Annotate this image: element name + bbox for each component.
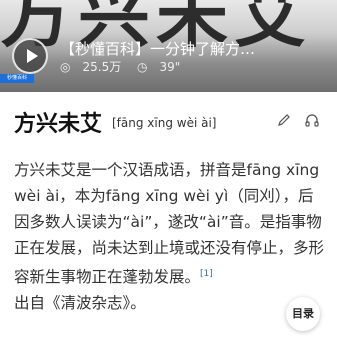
video-player[interactable]: 方兴未艾 【秒懂百科】一分钟了解方… ◎ 25.5万 ◷ 39" 秒懂百科 — [0, 0, 337, 92]
clock-icon: ◷ — [137, 60, 148, 74]
summary-tail: 出自《清波杂志》。 — [14, 294, 146, 313]
entry-pinyin: [fāng xīng wèi ài] — [112, 116, 217, 130]
video-duration: 39" — [159, 60, 181, 74]
table-of-contents-button[interactable]: 目录 — [286, 297, 320, 331]
play-icon[interactable] — [12, 38, 48, 74]
view-count: 25.5万 — [82, 60, 122, 74]
entry-title: 方兴未艾 — [14, 112, 103, 137]
headphones-icon[interactable] — [304, 112, 320, 128]
miaodong-badge: 秒懂百科 — [0, 74, 34, 83]
views-icon: ◎ — [60, 60, 71, 74]
entry-header: 方兴未艾 [fāng xīng wèi ài] — [14, 106, 334, 142]
reference-link[interactable]: [1] — [200, 269, 213, 279]
edit-icon[interactable] — [276, 112, 292, 128]
video-meta: ◎ 25.5万 ◷ 39" — [60, 58, 180, 75]
summary-text: 方兴未艾是一个汉语成语，拼音是fāng xīng wèi ài，本为fāng x… — [14, 161, 325, 287]
entry-summary: 方兴未艾是一个汉语成语，拼音是fāng xīng wèi ài，本为fāng x… — [14, 157, 324, 316]
video-title[interactable]: 【秒懂百科】一分钟了解方… — [60, 38, 330, 59]
